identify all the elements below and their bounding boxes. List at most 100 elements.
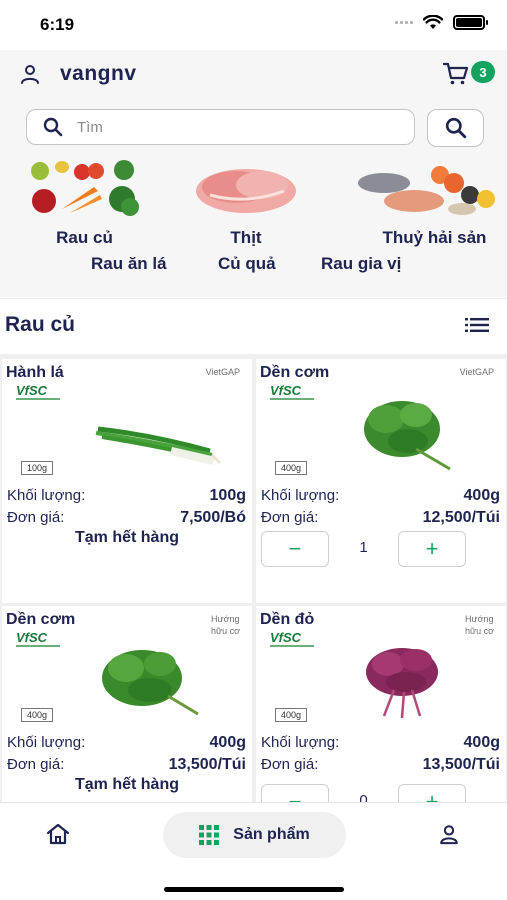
search-box[interactable] bbox=[26, 109, 415, 145]
price-label: Đơn giá: bbox=[261, 509, 319, 526]
weight-row: Khối lượng: 400g bbox=[261, 734, 500, 752]
category-meat[interactable]: Thịt bbox=[190, 157, 302, 248]
status-time: 6:19 bbox=[40, 15, 75, 34]
product-card[interactable]: Hành lá VietGAP VfSC 100g Khối lượng: 10… bbox=[2, 359, 252, 603]
product-name: Hành lá bbox=[6, 364, 64, 381]
certification-tag: Hướng hữu cơ bbox=[465, 613, 494, 637]
home-icon[interactable] bbox=[46, 823, 70, 845]
category-label: Thuỷ hải sản bbox=[382, 228, 487, 247]
vfsc-logo: VfSC bbox=[16, 630, 48, 645]
user-icon[interactable] bbox=[18, 62, 42, 86]
weight-label: Khối lượng: bbox=[7, 487, 86, 504]
product-card[interactable]: Dền cơm Hướng hữu cơ VfSC 400g Khối lượn… bbox=[2, 606, 252, 802]
price-row: Đơn giá: 13,500/Túi bbox=[7, 756, 246, 774]
home-indicator bbox=[164, 887, 344, 892]
status-icons bbox=[395, 15, 488, 30]
product-name: Dền cơm bbox=[6, 611, 76, 628]
out-of-stock-label: Tạm hết hàng bbox=[74, 776, 179, 793]
vfsc-logo-underline bbox=[270, 645, 314, 647]
weight-row: Khối lượng: 400g bbox=[7, 734, 246, 752]
product-card[interactable]: Dền đỏ Hướng hữu cơ VfSC 400g Khối lượng… bbox=[256, 606, 506, 802]
tag-line: hữu cơ bbox=[211, 626, 240, 636]
subcategory-herbs[interactable]: Rau gia vị bbox=[321, 254, 401, 274]
decrease-quantity-button[interactable]: − bbox=[261, 784, 329, 802]
price-label: Đơn giá: bbox=[261, 756, 319, 773]
certification-tag: Hướng hữu cơ bbox=[211, 613, 240, 637]
decrease-quantity-button[interactable]: − bbox=[261, 531, 329, 567]
quantity-stepper[interactable]: − 1 + bbox=[261, 531, 466, 567]
certification-tag: VietGAP bbox=[459, 367, 494, 377]
search-input[interactable] bbox=[77, 118, 377, 136]
weight-label: Khối lượng: bbox=[261, 487, 340, 504]
list-view-icon[interactable] bbox=[465, 317, 489, 333]
price-label: Đơn giá: bbox=[7, 756, 65, 773]
increase-quantity-button[interactable]: + bbox=[398, 531, 466, 567]
weight-value: 400g bbox=[463, 734, 500, 751]
price-value: 7,500/Bó bbox=[180, 509, 246, 526]
price-row: Đơn giá: 12,500/Túi bbox=[261, 509, 500, 527]
green-onion-image bbox=[95, 426, 222, 465]
cellular-signal-icon bbox=[395, 21, 413, 24]
package-weight-badge: 400g bbox=[275, 461, 308, 475]
category-seafood[interactable]: Thuỷ hải sản bbox=[350, 157, 507, 248]
username: vangnv bbox=[60, 62, 137, 85]
increase-quantity-button[interactable]: + bbox=[398, 784, 466, 802]
meat-image bbox=[196, 169, 296, 213]
weight-label: Khối lượng: bbox=[261, 734, 340, 751]
vfsc-logo: VfSC bbox=[16, 383, 48, 398]
product-card[interactable]: Dền cơm VietGAP VfSC 400g Khối lượng: 40… bbox=[256, 359, 506, 603]
search-icon bbox=[445, 117, 466, 139]
vfsc-logo-underline bbox=[16, 645, 60, 647]
nav-products-label: Sản phẩm bbox=[233, 826, 310, 843]
subcategory-leafy-greens[interactable]: Rau ăn lá bbox=[91, 254, 167, 274]
package-weight-badge: 400g bbox=[275, 708, 308, 722]
weight-value: 400g bbox=[463, 487, 500, 504]
weight-label: Khối lượng: bbox=[7, 734, 86, 751]
nav-products-tab[interactable]: Sản phẩm bbox=[163, 812, 346, 858]
price-value: 13,500/Túi bbox=[422, 756, 500, 773]
amaranth-image bbox=[102, 650, 199, 716]
battery-icon bbox=[453, 15, 488, 30]
category-vegetables[interactable]: Rau củ bbox=[22, 157, 147, 248]
cart-icon[interactable] bbox=[443, 62, 469, 86]
vfsc-logo: VfSC bbox=[270, 630, 302, 645]
price-row: Đơn giá: 7,500/Bó bbox=[7, 509, 246, 527]
certification-tag: VietGAP bbox=[205, 367, 240, 377]
package-weight-badge: 400g bbox=[21, 708, 54, 722]
package-weight-badge: 100g bbox=[21, 461, 54, 475]
product-name: Dền đỏ bbox=[260, 611, 315, 628]
price-value: 12,500/Túi bbox=[422, 509, 500, 526]
subcategory-roots-fruits[interactable]: Củ quả bbox=[218, 254, 276, 274]
quantity-value: 1 bbox=[359, 539, 368, 556]
vfsc-logo-underline bbox=[16, 398, 60, 400]
red-amaranth-image bbox=[366, 648, 438, 719]
tag-line: hữu cơ bbox=[465, 626, 494, 636]
category-section: Rau củ Thịt Thuỷ hải sản Rau ăn lá Củ qu… bbox=[0, 157, 507, 297]
quantity-value: 0 bbox=[359, 792, 368, 802]
category-label: Rau củ bbox=[56, 228, 113, 247]
weight-row: Khối lượng: 400g bbox=[261, 487, 500, 505]
category-label: Thịt bbox=[230, 228, 262, 247]
cart-count-badge: 3 bbox=[471, 61, 495, 83]
price-value: 13,500/Túi bbox=[168, 756, 246, 773]
tag-line: Hướng bbox=[211, 614, 240, 624]
bottom-navigation: Sản phẩm bbox=[0, 802, 507, 900]
price-label: Đơn giá: bbox=[7, 509, 65, 526]
seafood-image bbox=[358, 166, 495, 215]
weight-value: 100g bbox=[209, 487, 246, 504]
search-area bbox=[0, 100, 507, 157]
section-header: Rau củ bbox=[0, 298, 507, 354]
amaranth-image bbox=[364, 401, 451, 471]
status-bar: 6:19 bbox=[0, 0, 507, 50]
tag-line: Hướng bbox=[465, 614, 494, 624]
account-icon[interactable] bbox=[438, 823, 460, 845]
weight-row: Khối lượng: 100g bbox=[7, 487, 246, 505]
price-row: Đơn giá: 13,500/Túi bbox=[261, 756, 500, 774]
wifi-icon bbox=[423, 15, 443, 29]
section-title: Rau củ bbox=[5, 313, 76, 336]
product-grid: Hành lá VietGAP VfSC 100g Khối lượng: 10… bbox=[0, 354, 507, 802]
app-header: vangnv 3 bbox=[0, 50, 507, 100]
vfsc-logo-underline bbox=[270, 398, 314, 400]
search-button[interactable] bbox=[427, 109, 484, 147]
quantity-stepper[interactable]: − 0 + bbox=[261, 784, 466, 802]
